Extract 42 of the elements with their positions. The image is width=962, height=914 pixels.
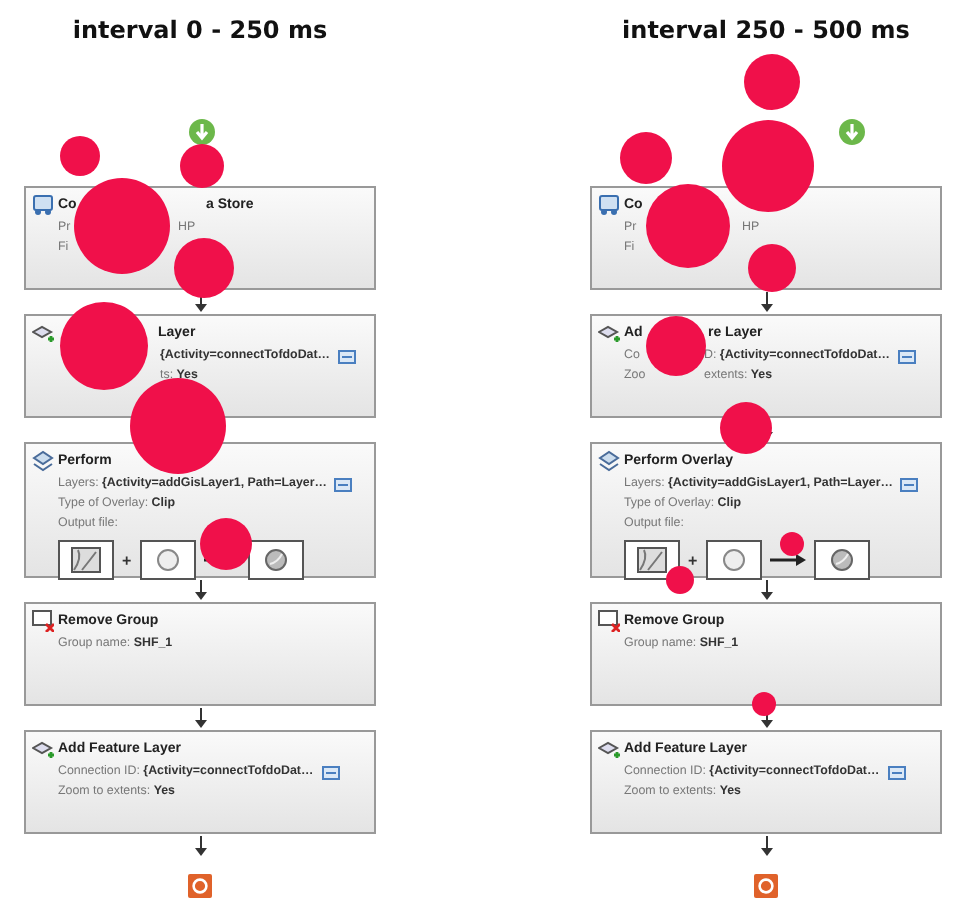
panel-title: interval 250 - 500 ms: [620, 16, 912, 44]
map-icon: [636, 546, 668, 574]
circle-icon: [717, 546, 750, 574]
arrow: [759, 836, 773, 856]
fixation-dot: [722, 120, 814, 212]
fixation-dot: [180, 144, 224, 188]
map-tile[interactable]: [58, 540, 114, 580]
sphere-tile[interactable]: [247, 540, 304, 580]
window-remove-icon: [598, 610, 620, 632]
stop-icon: [188, 874, 212, 898]
panel-title: interval 0 - 250 ms: [70, 16, 330, 44]
sphere-tile[interactable]: [813, 540, 870, 580]
layers-icon: [598, 450, 620, 472]
arrow: [193, 708, 207, 728]
fixation-dot: [666, 566, 694, 594]
layers-plus-icon: [598, 738, 620, 760]
map-icon: [70, 546, 102, 574]
fixation-dot: [744, 54, 800, 110]
arrow: [193, 580, 207, 600]
window-remove-icon: [32, 610, 54, 632]
arrow: [193, 836, 207, 856]
layers-icon: [32, 450, 54, 472]
plus-sign: +: [122, 551, 132, 569]
fixation-dot: [752, 692, 776, 716]
layers-plus-icon: [32, 322, 54, 344]
stop-icon: [754, 874, 778, 898]
plus-sign: +: [688, 551, 698, 569]
circle-icon: [151, 546, 184, 574]
arrow: [759, 292, 773, 312]
database-icon: [598, 194, 620, 216]
layers-plus-icon: [598, 322, 620, 344]
arrow: [769, 552, 806, 568]
database-icon: [32, 194, 54, 216]
circle-tile[interactable]: [139, 540, 196, 580]
layers-plus-icon: [32, 738, 54, 760]
arrow: [759, 580, 773, 600]
start-icon: [838, 118, 866, 146]
circle-tile[interactable]: [705, 540, 762, 580]
sphere-icon: [825, 546, 858, 574]
map-tile[interactable]: [624, 540, 680, 580]
start-icon: [188, 118, 216, 146]
sphere-icon: [259, 546, 292, 574]
